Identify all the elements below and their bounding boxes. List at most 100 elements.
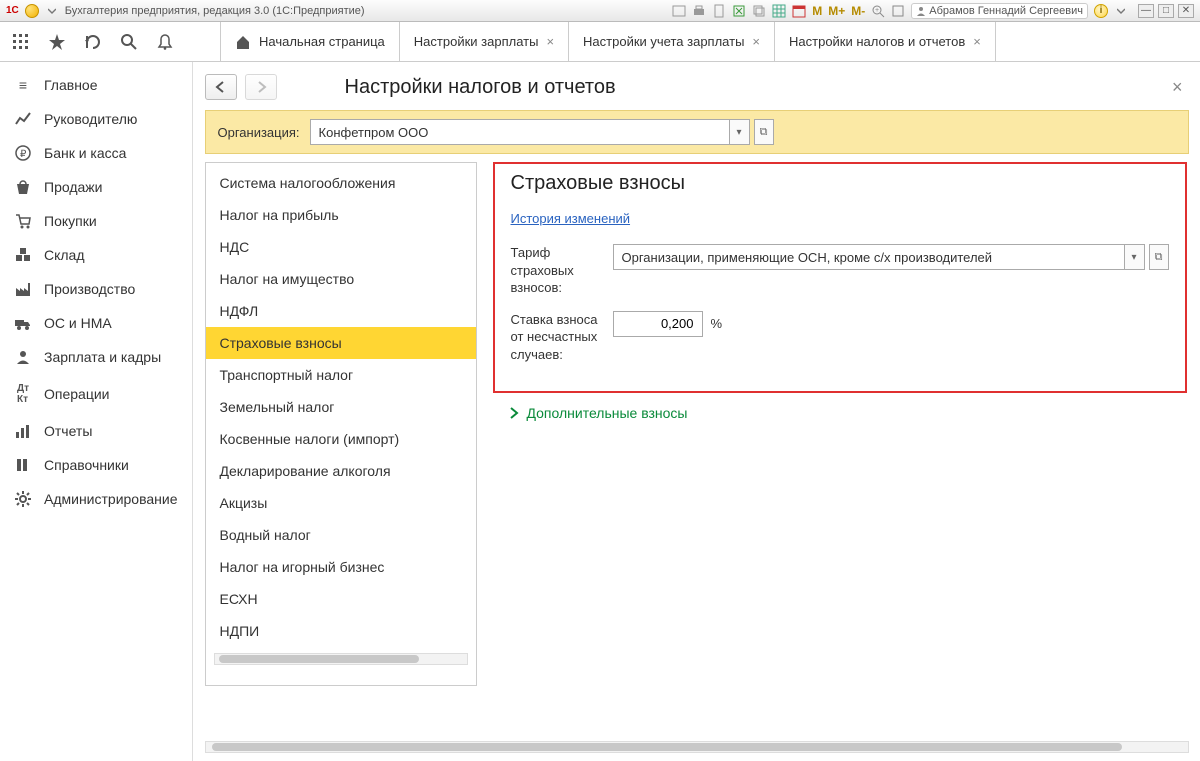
sidebar-item-assets[interactable]: ОС и НМА (0, 306, 192, 340)
category-item[interactable]: Косвенные налоги (импорт) (206, 423, 476, 455)
sidebar-item-warehouse[interactable]: Склад (0, 238, 192, 272)
tarif-select[interactable]: Организации, применяющие ОСН, кроме с/х … (613, 244, 1125, 270)
tool-calendar-icon[interactable] (792, 4, 806, 18)
sidebar-item-production[interactable]: Производство (0, 272, 192, 306)
tarif-value: Организации, применяющие ОСН, кроме с/х … (622, 250, 993, 265)
search-icon[interactable] (120, 33, 138, 51)
sidebar-item-label: Банк и касса (44, 145, 126, 161)
sidebar-item-admin[interactable]: Администрирование (0, 482, 192, 516)
additional-contributions-toggle[interactable]: Дополнительные взносы (509, 405, 1187, 421)
tab-salary-accounting-settings[interactable]: Настройки учета зарплаты × (568, 22, 774, 61)
category-horizontal-scrollbar[interactable] (214, 653, 468, 665)
sidebar-item-bank[interactable]: ₽ Банк и касса (0, 136, 192, 170)
gear-icon (14, 491, 32, 507)
nav-forward-button[interactable] (245, 74, 277, 100)
tab-tax-report-settings[interactable]: Настройки налогов и отчетов × (774, 22, 996, 61)
svg-text:₽: ₽ (20, 149, 27, 160)
tool-excel-icon[interactable] (732, 4, 746, 18)
category-list: Система налогообложенияНалог на прибыльН… (205, 162, 477, 686)
info-icon[interactable]: i (1094, 4, 1108, 18)
rate-unit: % (711, 316, 723, 331)
boxes-icon (14, 247, 32, 263)
category-item[interactable]: Акцизы (206, 487, 476, 519)
tool-grid-icon[interactable] (772, 4, 786, 18)
window-maximize-button[interactable]: □ (1158, 4, 1174, 18)
history-icon[interactable] (84, 33, 102, 51)
bell-icon[interactable] (156, 33, 174, 51)
favorite-icon[interactable] (48, 33, 66, 51)
category-item[interactable]: Налог на прибыль (206, 199, 476, 231)
sidebar-item-operations[interactable]: ДтКтОперации (0, 374, 192, 414)
sidebar-item-sales[interactable]: Продажи (0, 170, 192, 204)
chevron-right-icon (509, 407, 519, 419)
sidebar-item-label: Склад (44, 247, 85, 263)
window-titlebar: 1C Бухгалтерия предприятия, редакция 3.0… (0, 0, 1200, 22)
section-title: Страховые взносы (511, 172, 1169, 195)
tool-copy-icon[interactable] (752, 4, 766, 18)
sidebar-item-label: Отчеты (44, 423, 92, 439)
category-item[interactable]: Налог на имущество (206, 263, 476, 295)
factory-icon (14, 281, 32, 297)
sidebar-item-label: Зарплата и кадры (44, 349, 161, 365)
category-item[interactable]: НДС (206, 231, 476, 263)
org-open-button[interactable]: ⧉ (754, 119, 774, 145)
category-item[interactable]: Система налогообложения (206, 167, 476, 199)
tab-close-icon[interactable]: × (546, 34, 554, 49)
sidebar-item-label: Производство (44, 281, 135, 297)
org-value: Конфетпром ООО (319, 125, 429, 140)
info-dropdown-icon[interactable] (1114, 4, 1128, 18)
bag-icon (14, 179, 32, 195)
sidebar-item-directories[interactable]: Справочники (0, 448, 192, 482)
category-item[interactable]: Налог на игорный бизнес (206, 551, 476, 583)
tool-zoom-icon[interactable]: + (871, 4, 885, 18)
tool-mminus-icon[interactable]: M- (851, 4, 865, 18)
additional-contributions-label: Дополнительные взносы (527, 405, 688, 421)
tab-label: Настройки зарплаты (414, 34, 539, 49)
user-chip[interactable]: Абрамов Геннадий Сергеевич (911, 3, 1088, 19)
journal-icon: ДтКт (14, 383, 32, 405)
category-item[interactable]: Декларирование алкоголя (206, 455, 476, 487)
sidebar-item-manager[interactable]: Руководителю (0, 102, 192, 136)
tab-home[interactable]: Начальная страница (220, 22, 399, 61)
tool-m-icon[interactable]: M (812, 4, 822, 18)
category-item[interactable]: Земельный налог (206, 391, 476, 423)
menu-icon: ≡ (14, 77, 32, 93)
org-label: Организация: (218, 125, 300, 140)
orb-dropdown-icon[interactable] (45, 4, 59, 18)
tab-home-label: Начальная страница (259, 34, 385, 49)
tool-window-icon[interactable] (891, 4, 905, 18)
app-orb-icon[interactable] (25, 4, 39, 18)
category-item[interactable]: Водный налог (206, 519, 476, 551)
window-minimize-button[interactable]: — (1138, 4, 1154, 18)
org-dropdown-button[interactable]: ▾ (730, 119, 750, 145)
page-close-button[interactable]: × (1172, 77, 1183, 98)
tool-doc-icon[interactable] (712, 4, 726, 18)
tab-salary-settings[interactable]: Настройки зарплаты × (399, 22, 568, 61)
main-horizontal-scrollbar[interactable] (205, 741, 1189, 753)
sidebar-item-reports[interactable]: Отчеты (0, 414, 192, 448)
sidebar-item-hr[interactable]: Зарплата и кадры (0, 340, 192, 374)
nav-back-button[interactable] (205, 74, 237, 100)
category-item[interactable]: Страховые взносы (206, 327, 476, 359)
history-link[interactable]: История изменений (511, 211, 631, 226)
highlight-box: Страховые взносы История изменений Тариф… (493, 162, 1187, 393)
org-select[interactable]: Конфетпром ООО (310, 119, 730, 145)
home-icon (235, 34, 251, 50)
tool-print-icon[interactable] (692, 4, 706, 18)
category-item[interactable]: НДПИ (206, 615, 476, 647)
tool-preview-icon[interactable] (672, 4, 686, 18)
sidebar-item-purchases[interactable]: Покупки (0, 204, 192, 238)
tarif-open-button[interactable]: ⧉ (1149, 244, 1169, 270)
rate-input[interactable] (613, 311, 703, 337)
tab-close-icon[interactable]: × (973, 34, 981, 49)
window-close-button[interactable]: ✕ (1178, 4, 1194, 18)
category-item[interactable]: ЕСХН (206, 583, 476, 615)
category-item[interactable]: Транспортный налог (206, 359, 476, 391)
tarif-dropdown-button[interactable]: ▾ (1125, 244, 1145, 270)
tab-close-icon[interactable]: × (752, 34, 760, 49)
tab-label: Настройки учета зарплаты (583, 34, 744, 49)
tool-mplus-icon[interactable]: M+ (828, 4, 845, 18)
category-item[interactable]: НДФЛ (206, 295, 476, 327)
apps-grid-icon[interactable] (12, 33, 30, 51)
sidebar-item-main[interactable]: ≡Главное (0, 68, 192, 102)
